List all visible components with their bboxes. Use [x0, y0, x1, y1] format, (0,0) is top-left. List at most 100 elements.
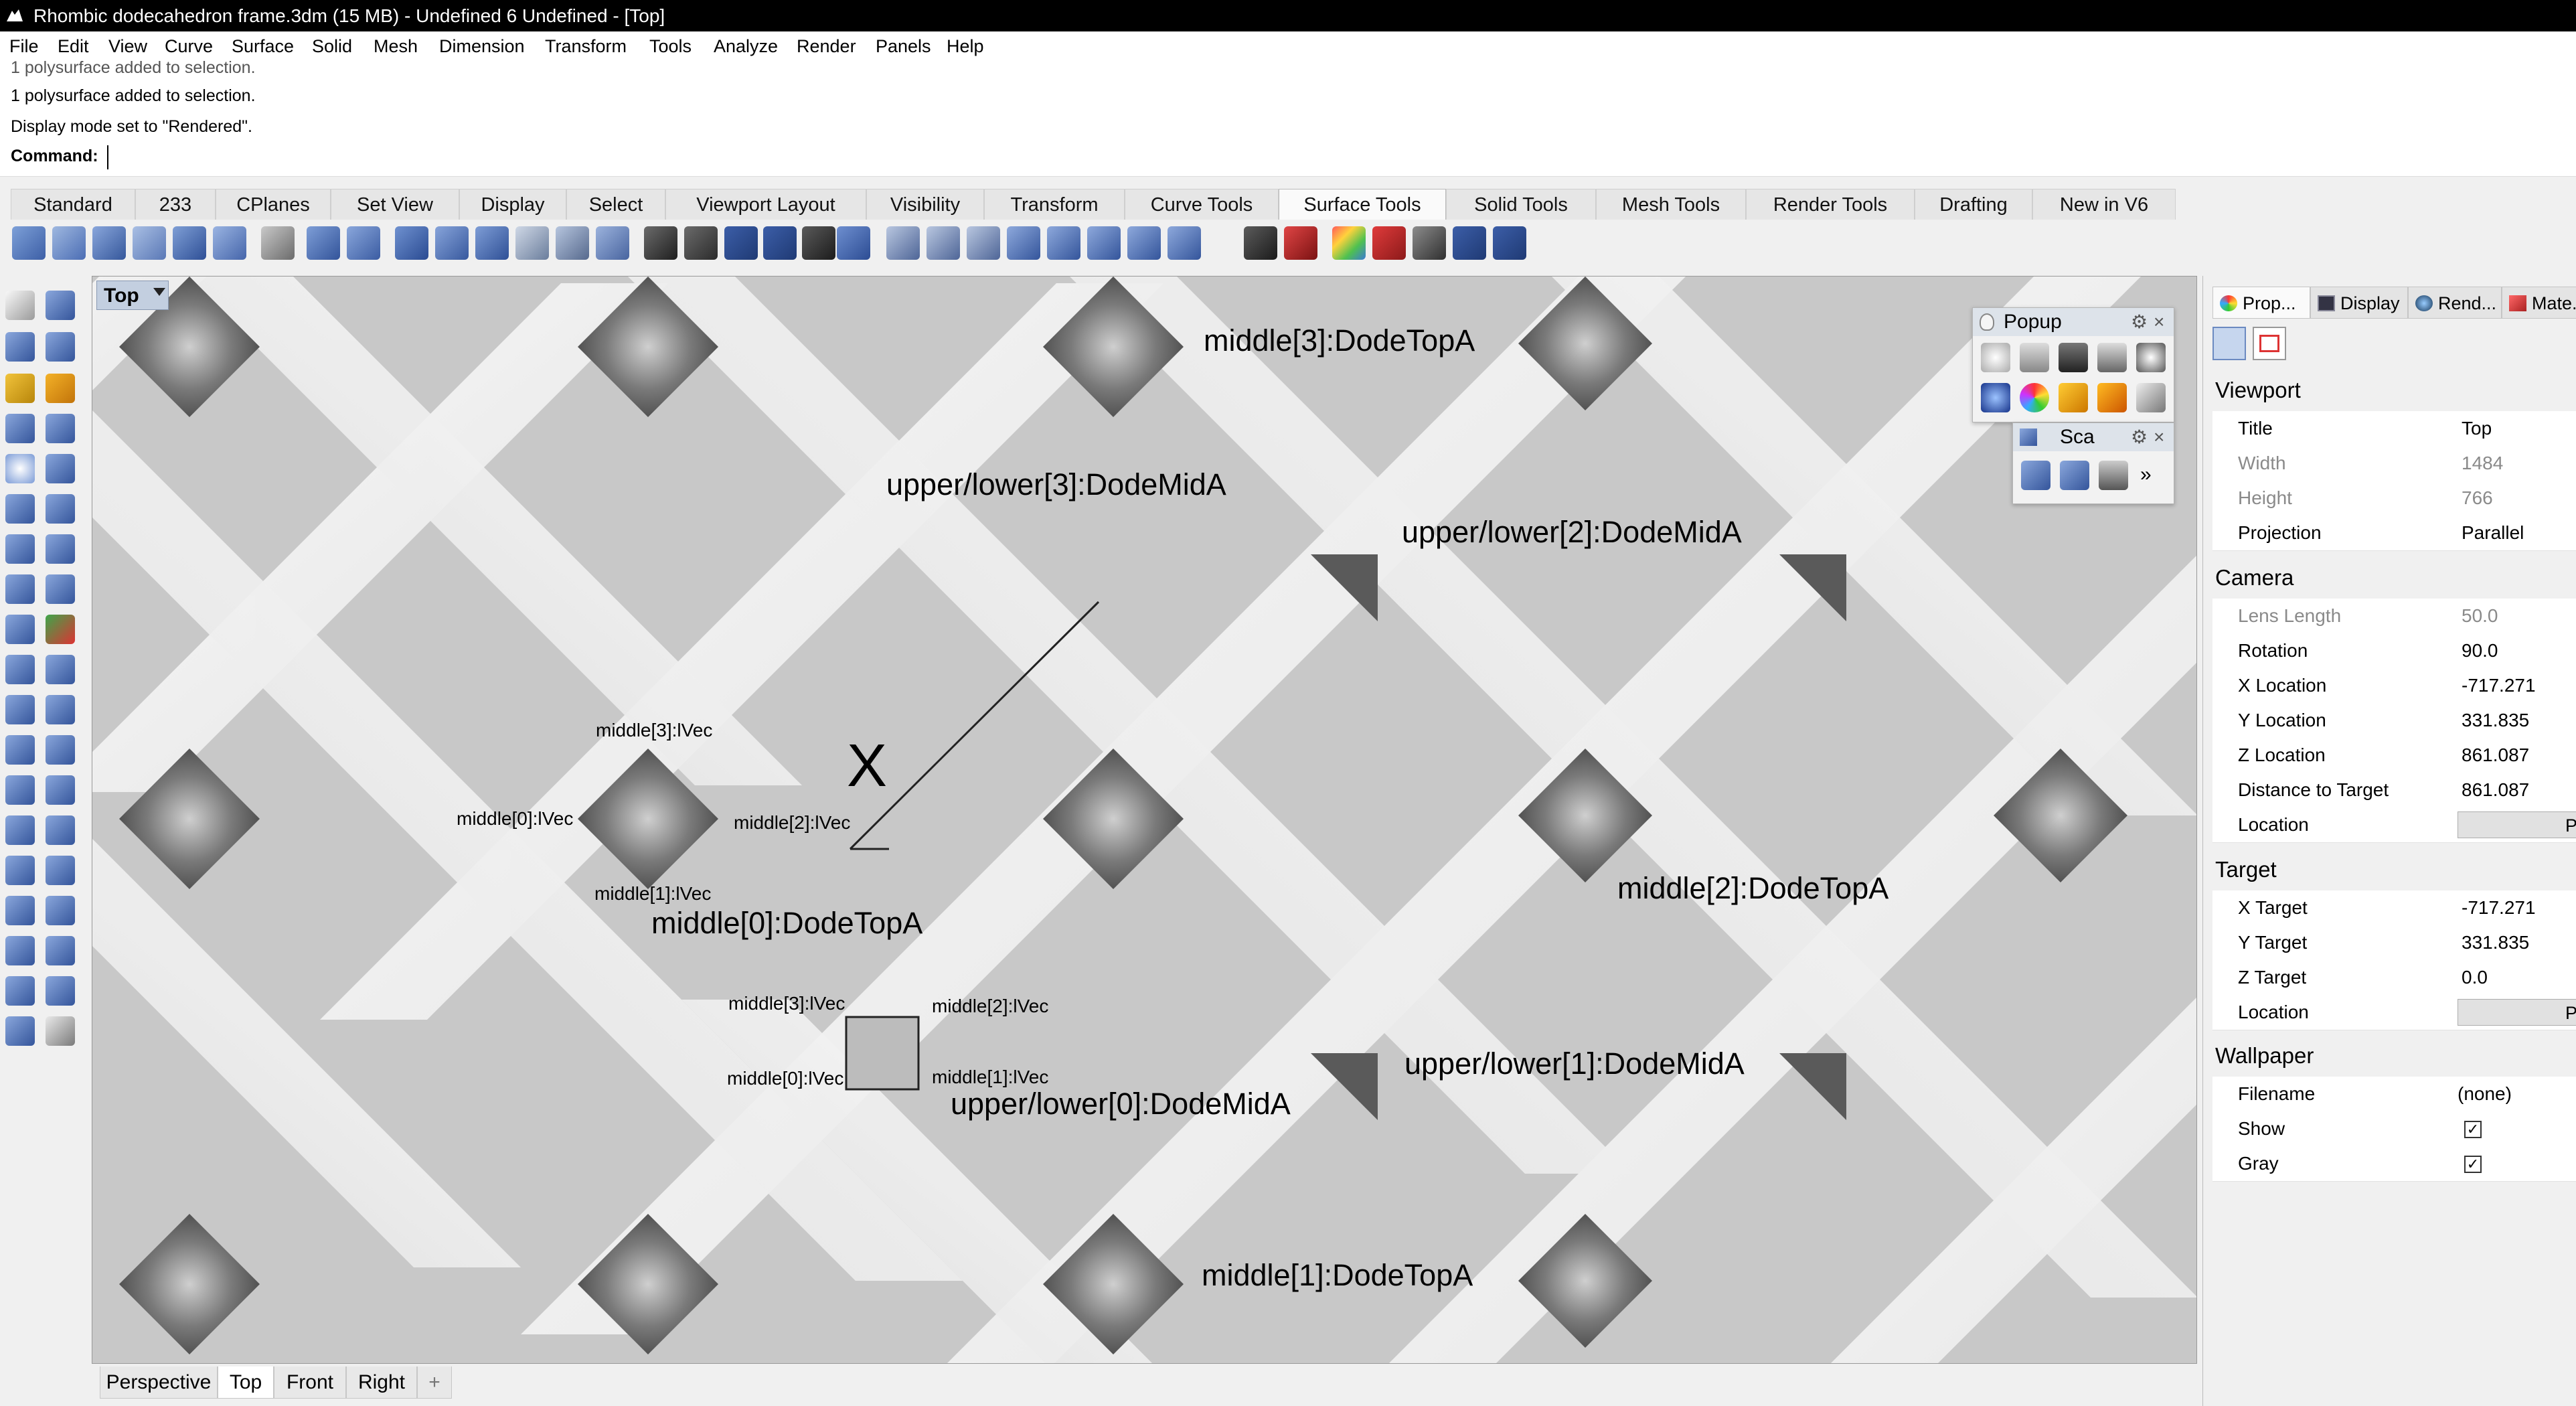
- add-viewport-tab-icon[interactable]: +: [417, 1366, 452, 1399]
- tab-properties[interactable]: Prop...: [2212, 287, 2310, 319]
- menu-curve[interactable]: Curve: [165, 31, 213, 61]
- color-wheel-icon[interactable]: [2020, 383, 2049, 412]
- join-icon[interactable]: [5, 775, 35, 805]
- tab-standard[interactable]: Standard: [11, 189, 135, 220]
- menu-solid[interactable]: Solid: [312, 31, 352, 61]
- property-row[interactable]: Z Location 861.087: [2212, 738, 2576, 773]
- menu-mesh[interactable]: Mesh: [374, 31, 418, 61]
- polygon-icon[interactable]: [46, 414, 75, 443]
- arc-icon[interactable]: [5, 494, 35, 524]
- menu-render[interactable]: Render: [797, 31, 856, 61]
- popup-panel-header[interactable]: Popup ⚙ ×: [1973, 308, 2174, 336]
- viewport-title-dropdown[interactable]: Top: [96, 281, 169, 310]
- revolve-icon[interactable]: [5, 615, 35, 644]
- cylinder-icon[interactable]: [1047, 226, 1080, 260]
- surface-icon[interactable]: [5, 534, 35, 564]
- tab-display[interactable]: Display: [2310, 287, 2408, 319]
- place-target-button[interactable]: Pl: [2458, 999, 2576, 1026]
- fillet-curve-icon[interactable]: [46, 494, 75, 524]
- menu-view[interactable]: View: [108, 31, 147, 61]
- menu-edit[interactable]: Edit: [58, 31, 89, 61]
- menu-tools[interactable]: Tools: [649, 31, 692, 61]
- viewport-tab-top[interactable]: Top: [218, 1366, 274, 1399]
- split-edge-icon[interactable]: [684, 226, 718, 260]
- curve-icon[interactable]: [5, 374, 35, 403]
- viewport-frame-icon[interactable]: [2253, 327, 2286, 360]
- connect-surface-icon[interactable]: [261, 226, 295, 260]
- scale-1d-icon[interactable]: [2099, 461, 2128, 490]
- match-surface-icon[interactable]: [307, 226, 340, 260]
- move-icon[interactable]: [5, 815, 35, 845]
- loft-icon[interactable]: [5, 574, 35, 604]
- grid-analysis-icon[interactable]: [1493, 226, 1526, 260]
- group-icon[interactable]: [46, 976, 75, 1006]
- rotate-icon[interactable]: [5, 856, 35, 885]
- circle-icon[interactable]: [5, 454, 35, 483]
- camera-icon[interactable]: [2212, 327, 2246, 360]
- triangle-icon[interactable]: [46, 695, 75, 724]
- extend-surface-icon[interactable]: [213, 226, 246, 260]
- rectangle-icon[interactable]: [5, 414, 35, 443]
- menu-surface[interactable]: Surface: [232, 31, 294, 61]
- tab-display[interactable]: Display: [459, 189, 566, 220]
- surface-from-points-icon[interactable]: [1087, 226, 1121, 260]
- shaded-sphere-icon[interactable]: [2136, 343, 2166, 372]
- dimension-icon[interactable]: [5, 936, 35, 965]
- scale-2d-icon[interactable]: [2060, 461, 2089, 490]
- text-icon[interactable]: [46, 936, 75, 965]
- zebra-analysis-icon[interactable]: [1332, 226, 1366, 260]
- scale-panel-header[interactable]: Sca ⚙ ×: [2013, 423, 2174, 451]
- box-icon[interactable]: [5, 655, 35, 684]
- line-icon[interactable]: [46, 332, 75, 362]
- untrim-icon[interactable]: [556, 226, 589, 260]
- rebuild-uv-icon[interactable]: [802, 226, 835, 260]
- tab-233[interactable]: 233: [135, 189, 216, 220]
- lightning-icon[interactable]: [2097, 383, 2127, 412]
- heightfield-icon[interactable]: [1284, 226, 1317, 260]
- save-icon[interactable]: [2059, 343, 2088, 372]
- gear-icon[interactable]: ⚙: [2131, 423, 2148, 451]
- lock-icon[interactable]: [2020, 343, 2049, 372]
- tab-cplanes[interactable]: CPlanes: [216, 189, 331, 220]
- gray-wallpaper-checkbox[interactable]: ✓: [2464, 1156, 2482, 1173]
- sphere-analyze-icon[interactable]: [1007, 226, 1040, 260]
- menu-dimension[interactable]: Dimension: [439, 31, 525, 61]
- curvature-analysis-icon[interactable]: [1372, 226, 1406, 260]
- tab-select[interactable]: Select: [566, 189, 665, 220]
- gear-icon[interactable]: ⚙: [2131, 308, 2148, 336]
- refit-surface-icon[interactable]: [435, 226, 469, 260]
- solid-icon[interactable]: [46, 655, 75, 684]
- zoom-extents-icon[interactable]: [2097, 343, 2127, 372]
- copy-icon[interactable]: [46, 815, 75, 845]
- explode-icon[interactable]: [46, 775, 75, 805]
- unroll-surface-icon[interactable]: [515, 226, 549, 260]
- edge-continuity-icon[interactable]: [1453, 226, 1486, 260]
- render-icon[interactable]: [5, 1016, 35, 1046]
- insert-knot-icon[interactable]: [967, 226, 1000, 260]
- property-row[interactable]: Distance to Target 861.087: [2212, 773, 2576, 808]
- variable-fillet-icon[interactable]: [92, 226, 126, 260]
- property-row[interactable]: Filename (none): [2212, 1077, 2576, 1112]
- point-icon[interactable]: [46, 291, 75, 320]
- place-camera-button[interactable]: Pl: [2458, 811, 2576, 838]
- polyline-icon[interactable]: [5, 332, 35, 362]
- degree-icon[interactable]: [763, 226, 797, 260]
- boolean-icon[interactable]: [5, 695, 35, 724]
- tab-surface-tools[interactable]: Surface Tools: [1279, 189, 1446, 220]
- property-row[interactable]: X Target -717.271: [2212, 890, 2576, 926]
- fit-icon[interactable]: [724, 226, 758, 260]
- property-row[interactable]: Projection Parallel: [2212, 516, 2576, 551]
- slab-icon[interactable]: [1244, 226, 1277, 260]
- ellipse-icon[interactable]: [46, 454, 75, 483]
- grid-dots-icon[interactable]: [46, 1016, 75, 1046]
- draft-angle-icon[interactable]: [1413, 226, 1446, 260]
- edge-tools-icon[interactable]: [644, 226, 677, 260]
- mirror-icon[interactable]: [5, 896, 35, 925]
- drape-icon[interactable]: [1168, 226, 1201, 260]
- tab-new-in-v6[interactable]: New in V6: [2032, 189, 2176, 220]
- split-icon[interactable]: [46, 735, 75, 765]
- interpolate-curve-icon[interactable]: [46, 374, 75, 403]
- lightbulb-icon[interactable]: [1981, 343, 2010, 372]
- merge-surface-icon[interactable]: [347, 226, 380, 260]
- top-viewport[interactable]: Top X middle[3]:DodeTopA upper/lower[3]:…: [92, 276, 2197, 1364]
